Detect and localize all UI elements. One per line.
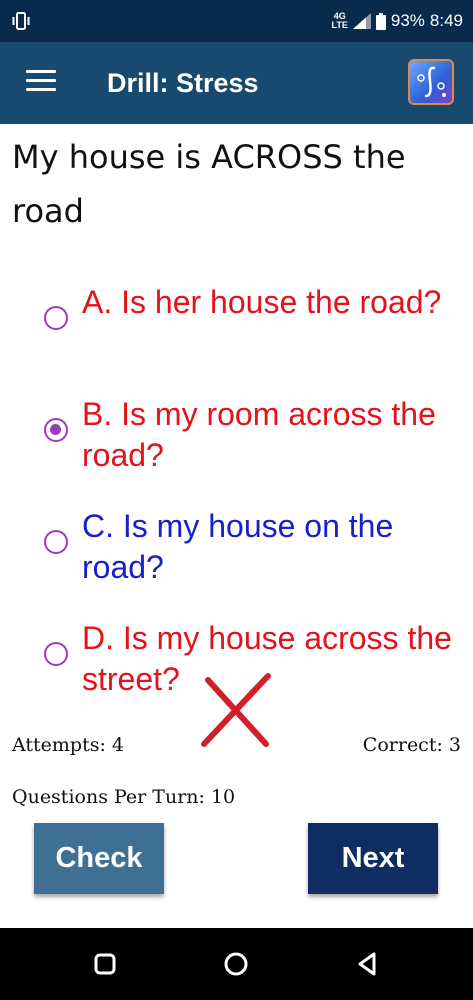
app-bar: Drill: Stress [0, 42, 473, 124]
attempts-count: Attempts: 4 [12, 734, 124, 756]
recents-icon[interactable] [91, 950, 119, 978]
navigation-bar [0, 928, 473, 1000]
network-type: 4G LTE [332, 12, 348, 30]
status-bar: 4G LTE 93% 8:49 [0, 0, 473, 42]
option-a-radio[interactable] [44, 306, 68, 330]
correct-count: Correct: 3 [362, 734, 461, 756]
option-a-label[interactable]: A. Is her house the road? [82, 282, 462, 323]
app-logo-icon[interactable] [408, 59, 454, 105]
option-b-radio[interactable] [44, 418, 68, 442]
battery-level: 93% [390, 11, 425, 30]
option-c-radio[interactable] [44, 530, 68, 554]
check-button[interactable]: Check [34, 823, 164, 894]
back-icon[interactable] [354, 950, 382, 978]
page-title: Drill: Stress [107, 68, 259, 98]
network-bottom-label: LTE [331, 20, 348, 30]
signal-icon [352, 13, 371, 29]
questions-per-turn: Questions Per Turn: 10 [12, 786, 236, 808]
option-d-label[interactable]: D. Is my house across the street? [82, 618, 462, 700]
battery-icon [375, 12, 386, 30]
option-b-label[interactable]: B. Is my room across the road? [82, 394, 462, 476]
option-d-radio[interactable] [44, 642, 68, 666]
vibrate-icon [12, 12, 30, 30]
option-c-label[interactable]: C. Is my house on the road? [82, 506, 462, 588]
wrong-x-icon [201, 673, 271, 747]
question-text: My house is ACROSS the road [12, 138, 406, 230]
next-button[interactable]: Next [308, 823, 438, 894]
home-icon[interactable] [222, 950, 250, 978]
clock: 8:49 [429, 11, 463, 30]
menu-icon[interactable] [26, 70, 56, 94]
